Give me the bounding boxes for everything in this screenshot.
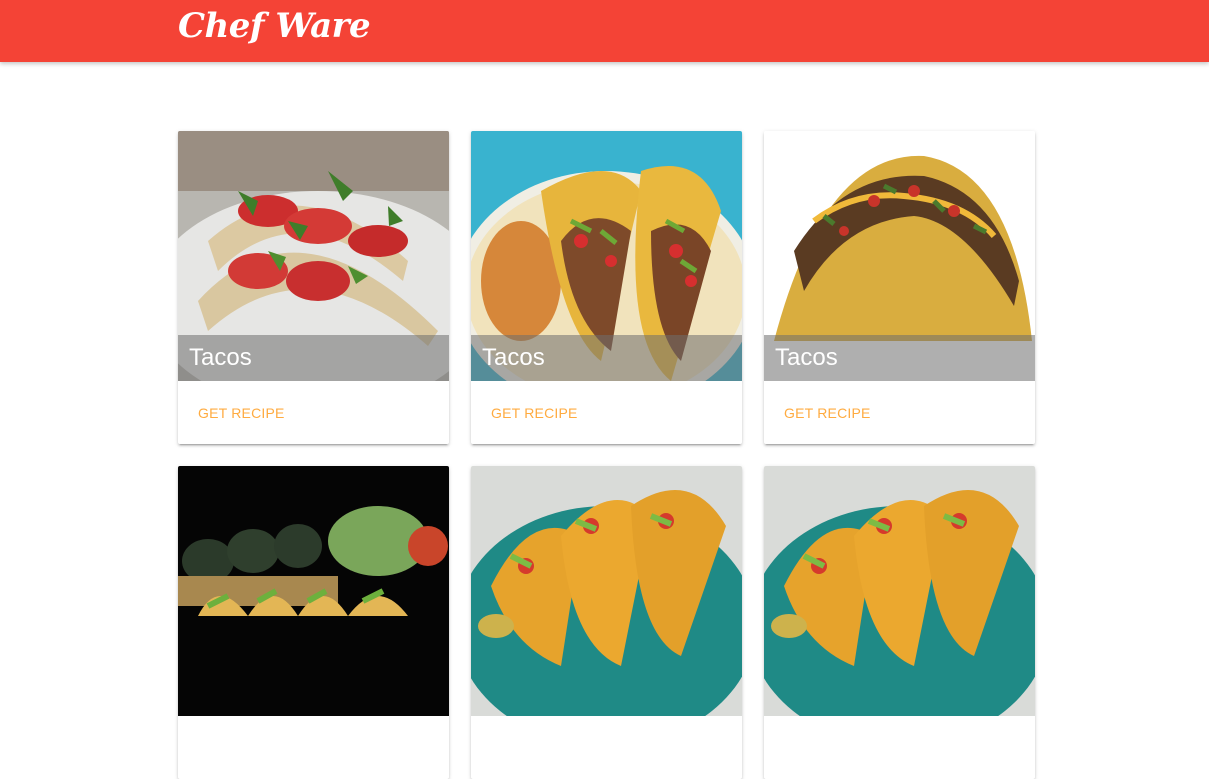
- recipe-card: [178, 466, 449, 779]
- recipe-image[interactable]: [764, 466, 1035, 716]
- tacos-teal-plate-photo: [471, 466, 742, 716]
- recipe-image[interactable]: [471, 466, 742, 716]
- get-recipe-link[interactable]: GET RECIPE: [784, 405, 871, 421]
- recipe-card: [471, 466, 742, 779]
- navbar: Chef Ware: [0, 0, 1209, 62]
- recipe-image[interactable]: Tacos: [178, 131, 449, 381]
- card-title: Tacos: [764, 335, 1035, 381]
- brand-logo[interactable]: Chef Ware: [178, 4, 371, 48]
- tacos-teal-plate-photo: [764, 466, 1035, 716]
- recipe-card: Tacos GET RECIPE: [471, 131, 742, 444]
- recipe-card: Tacos GET RECIPE: [764, 131, 1035, 444]
- recipe-image[interactable]: Tacos: [764, 131, 1035, 381]
- get-recipe-link[interactable]: GET RECIPE: [198, 405, 285, 421]
- card-action: GET RECIPE: [178, 381, 449, 444]
- recipe-grid: Tacos GET RECIPE Tacos GET RECIPE Tacos …: [178, 131, 1035, 779]
- recipe-image[interactable]: Tacos: [471, 131, 742, 381]
- recipe-image[interactable]: [178, 466, 449, 716]
- get-recipe-link[interactable]: GET RECIPE: [491, 405, 578, 421]
- recipe-card: [764, 466, 1035, 779]
- card-title: Tacos: [471, 335, 742, 381]
- taco-basket-photo: [178, 466, 449, 716]
- card-title: Tacos: [178, 335, 449, 381]
- card-action: GET RECIPE: [764, 381, 1035, 444]
- card-action: GET RECIPE: [471, 381, 742, 444]
- recipe-card: Tacos GET RECIPE: [178, 131, 449, 444]
